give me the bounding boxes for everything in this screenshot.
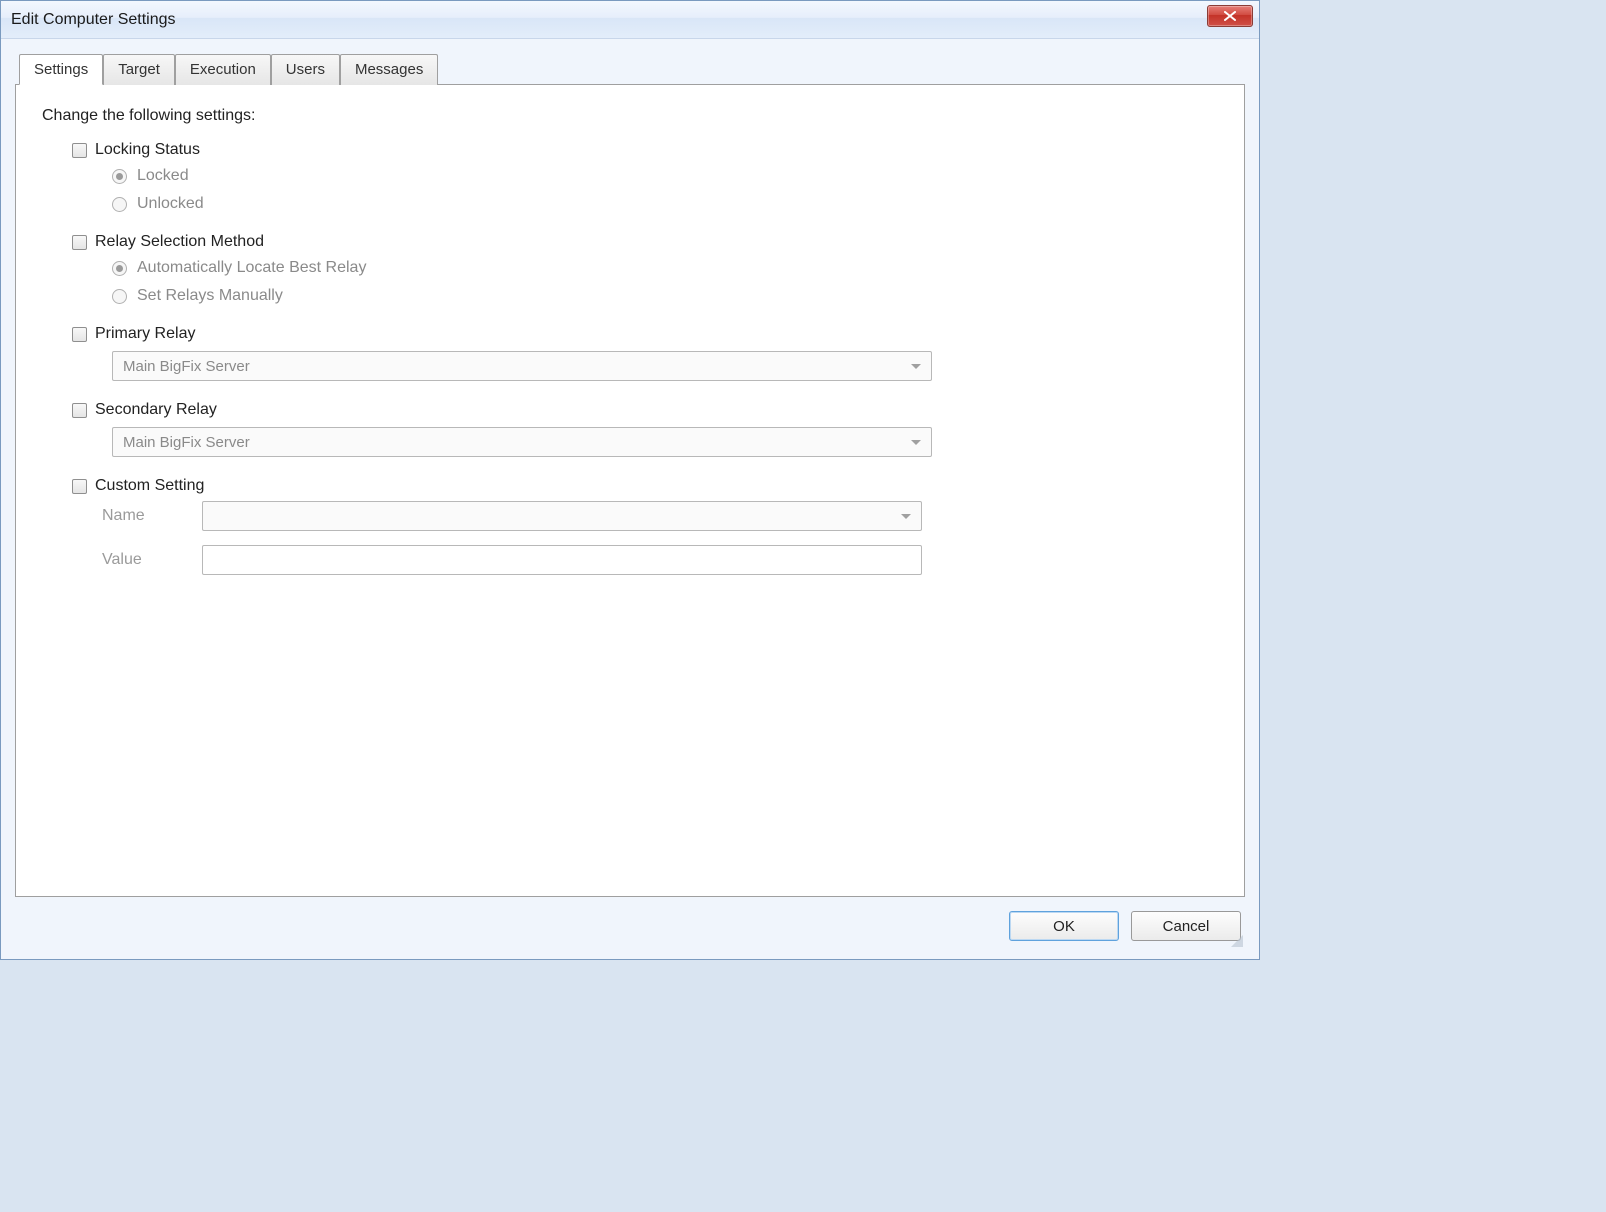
locking-status-label: Locking Status bbox=[95, 141, 200, 159]
custom-name-label: Name bbox=[102, 507, 202, 525]
unlocked-radio-row[interactable]: Unlocked bbox=[112, 195, 1218, 213]
close-button[interactable] bbox=[1207, 5, 1253, 27]
locked-radio[interactable] bbox=[112, 169, 127, 184]
tab-messages[interactable]: Messages bbox=[340, 54, 438, 85]
relay-method-label: Relay Selection Method bbox=[95, 233, 264, 251]
chevron-down-icon bbox=[911, 440, 921, 445]
settings-panel: Change the following settings: Locking S… bbox=[15, 84, 1245, 897]
button-bar: OK Cancel bbox=[15, 897, 1245, 949]
custom-value-row: Value bbox=[102, 545, 1218, 575]
custom-name-combo[interactable] bbox=[202, 501, 922, 531]
resize-grip-icon[interactable] bbox=[1229, 933, 1243, 947]
secondary-relay-combo[interactable]: Main BigFix Server bbox=[112, 427, 932, 457]
locking-status-group: Locking Status Locked Unlocked bbox=[72, 141, 1218, 213]
auto-relay-radio-row[interactable]: Automatically Locate Best Relay bbox=[112, 259, 1218, 277]
primary-relay-check-row[interactable]: Primary Relay bbox=[72, 325, 1218, 343]
secondary-relay-check-row[interactable]: Secondary Relay bbox=[72, 401, 1218, 419]
primary-relay-group: Primary Relay Main BigFix Server bbox=[72, 325, 1218, 381]
primary-relay-label: Primary Relay bbox=[95, 325, 195, 343]
custom-setting-group: Custom Setting Name Value bbox=[72, 477, 1218, 575]
manual-relay-radio-label: Set Relays Manually bbox=[137, 287, 283, 305]
relay-method-check-row[interactable]: Relay Selection Method bbox=[72, 233, 1218, 251]
custom-value-label: Value bbox=[102, 551, 202, 569]
unlocked-radio[interactable] bbox=[112, 197, 127, 212]
tab-execution[interactable]: Execution bbox=[175, 54, 271, 85]
close-icon bbox=[1224, 11, 1236, 21]
locking-status-checkbox[interactable] bbox=[72, 143, 87, 158]
relay-method-group: Relay Selection Method Automatically Loc… bbox=[72, 233, 1218, 305]
manual-relay-radio[interactable] bbox=[112, 289, 127, 304]
secondary-relay-group: Secondary Relay Main BigFix Server bbox=[72, 401, 1218, 457]
tab-strip: Settings Target Execution Users Messages bbox=[19, 53, 1245, 84]
secondary-relay-checkbox[interactable] bbox=[72, 403, 87, 418]
locked-radio-label: Locked bbox=[137, 167, 189, 185]
tab-settings[interactable]: Settings bbox=[19, 54, 103, 85]
titlebar[interactable]: Edit Computer Settings bbox=[1, 1, 1259, 39]
dialog-window: Edit Computer Settings Settings Target E… bbox=[0, 0, 1260, 960]
custom-name-row: Name bbox=[102, 501, 1218, 531]
custom-setting-checkbox[interactable] bbox=[72, 479, 87, 494]
custom-setting-label: Custom Setting bbox=[95, 477, 204, 495]
cancel-button[interactable]: Cancel bbox=[1131, 911, 1241, 941]
unlocked-radio-label: Unlocked bbox=[137, 195, 204, 213]
relay-method-radio-group: Automatically Locate Best Relay Set Rela… bbox=[112, 259, 1218, 305]
ok-button[interactable]: OK bbox=[1009, 911, 1119, 941]
chevron-down-icon bbox=[901, 514, 911, 519]
primary-relay-value: Main BigFix Server bbox=[123, 358, 911, 375]
locking-radio-group: Locked Unlocked bbox=[112, 167, 1218, 213]
custom-value-input[interactable] bbox=[202, 545, 922, 575]
tab-users[interactable]: Users bbox=[271, 54, 340, 85]
primary-relay-checkbox[interactable] bbox=[72, 327, 87, 342]
secondary-relay-value: Main BigFix Server bbox=[123, 434, 911, 451]
relay-method-checkbox[interactable] bbox=[72, 235, 87, 250]
custom-setting-check-row[interactable]: Custom Setting bbox=[72, 477, 1218, 495]
auto-relay-radio[interactable] bbox=[112, 261, 127, 276]
primary-relay-combo[interactable]: Main BigFix Server bbox=[112, 351, 932, 381]
section-title: Change the following settings: bbox=[42, 107, 1218, 125]
window-title: Edit Computer Settings bbox=[11, 11, 176, 29]
locking-status-check-row[interactable]: Locking Status bbox=[72, 141, 1218, 159]
locked-radio-row[interactable]: Locked bbox=[112, 167, 1218, 185]
chevron-down-icon bbox=[911, 364, 921, 369]
content-area: Settings Target Execution Users Messages… bbox=[1, 39, 1259, 959]
manual-relay-radio-row[interactable]: Set Relays Manually bbox=[112, 287, 1218, 305]
secondary-relay-label: Secondary Relay bbox=[95, 401, 217, 419]
auto-relay-radio-label: Automatically Locate Best Relay bbox=[137, 259, 366, 277]
tab-target[interactable]: Target bbox=[103, 54, 175, 85]
